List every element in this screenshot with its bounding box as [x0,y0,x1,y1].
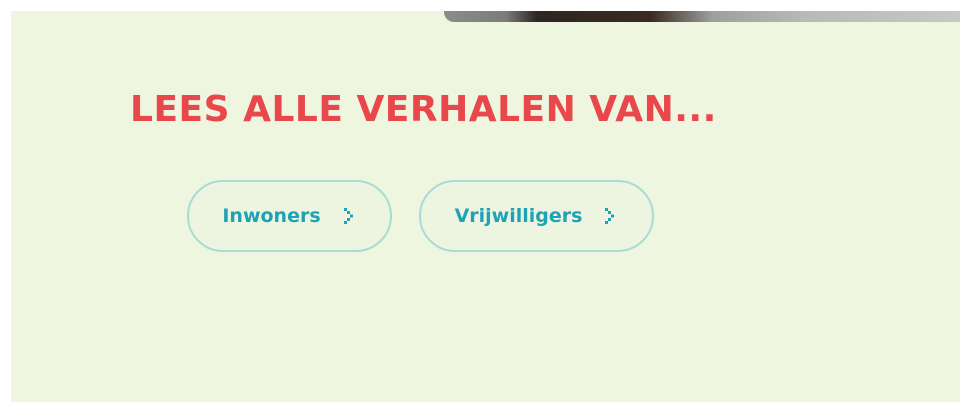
page: LEES ALLE VERHALEN VAN... Inwoners Vrijw… [0,0,960,402]
chevron-right-icon [343,208,353,224]
vrijwilligers-button[interactable]: Vrijwilligers [419,180,654,252]
inwoners-button-label: Inwoners [222,205,321,227]
chevron-right-icon [605,208,615,224]
section-heading: LEES ALLE VERHALEN VAN... [130,89,717,130]
vrijwilligers-button-label: Vrijwilligers [454,205,583,227]
header-photo [444,11,960,22]
inwoners-button[interactable]: Inwoners [187,180,392,252]
